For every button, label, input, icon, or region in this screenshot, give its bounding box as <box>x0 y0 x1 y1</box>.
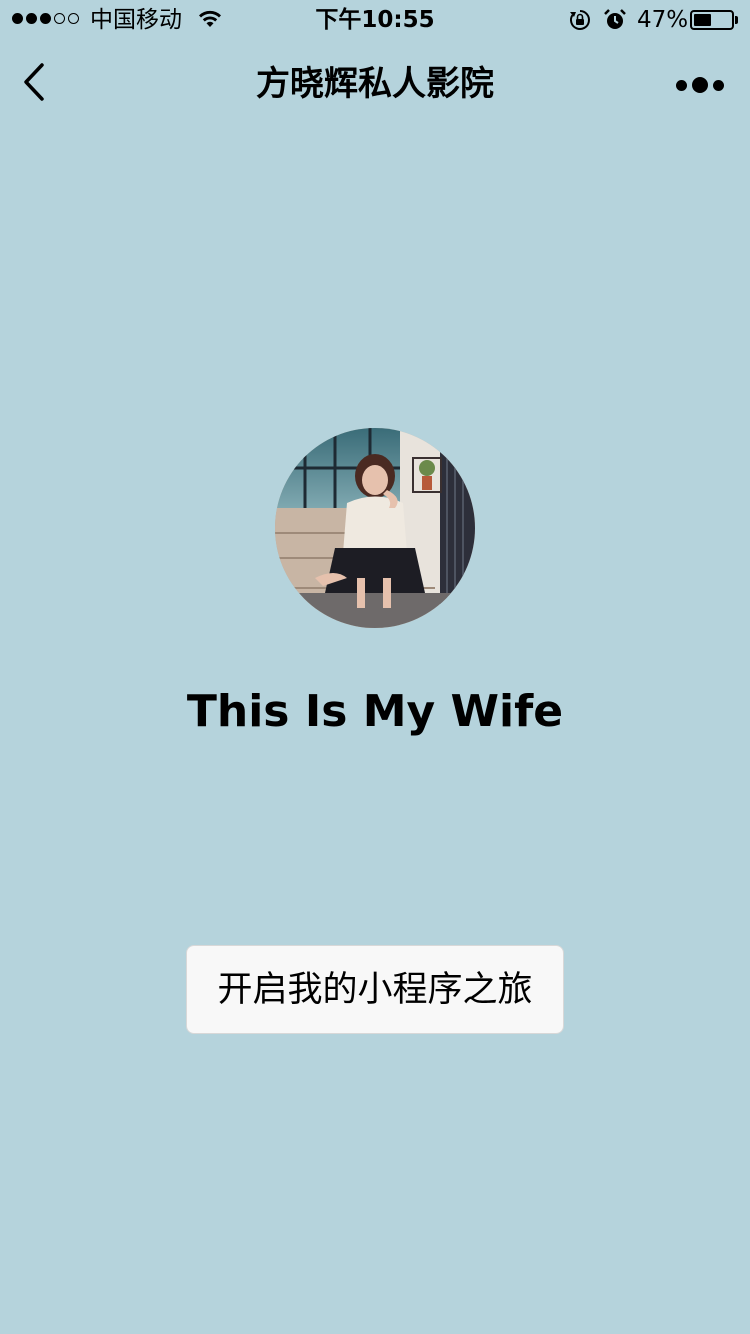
more-dots-icon <box>692 77 708 93</box>
chevron-left-icon <box>22 62 46 106</box>
navigation-bar: 方晓辉私人影院 <box>0 40 750 128</box>
rotation-lock-icon <box>568 8 592 36</box>
more-dots-icon <box>713 79 724 91</box>
back-button[interactable] <box>14 60 54 108</box>
battery-level-fill <box>694 14 711 26</box>
profile-headline: This Is My Wife <box>186 686 564 737</box>
more-dots-icon <box>676 79 687 91</box>
more-button[interactable] <box>670 68 730 102</box>
battery-tip <box>735 16 738 24</box>
status-bar: 中国移动 下午10:55 47% <box>0 0 750 40</box>
avatar-photo <box>275 428 475 628</box>
battery-icon <box>690 10 734 30</box>
start-journey-button[interactable]: 开启我的小程序之旅 <box>186 945 564 1034</box>
app-screen: 中国移动 下午10:55 47% 方晓辉私人影院 This Is My Wife… <box>0 0 750 1334</box>
avatar <box>275 428 475 628</box>
page-title: 方晓辉私人影院 <box>256 64 494 104</box>
battery-percentage: 47% <box>637 7 689 33</box>
alarm-icon <box>603 8 627 36</box>
